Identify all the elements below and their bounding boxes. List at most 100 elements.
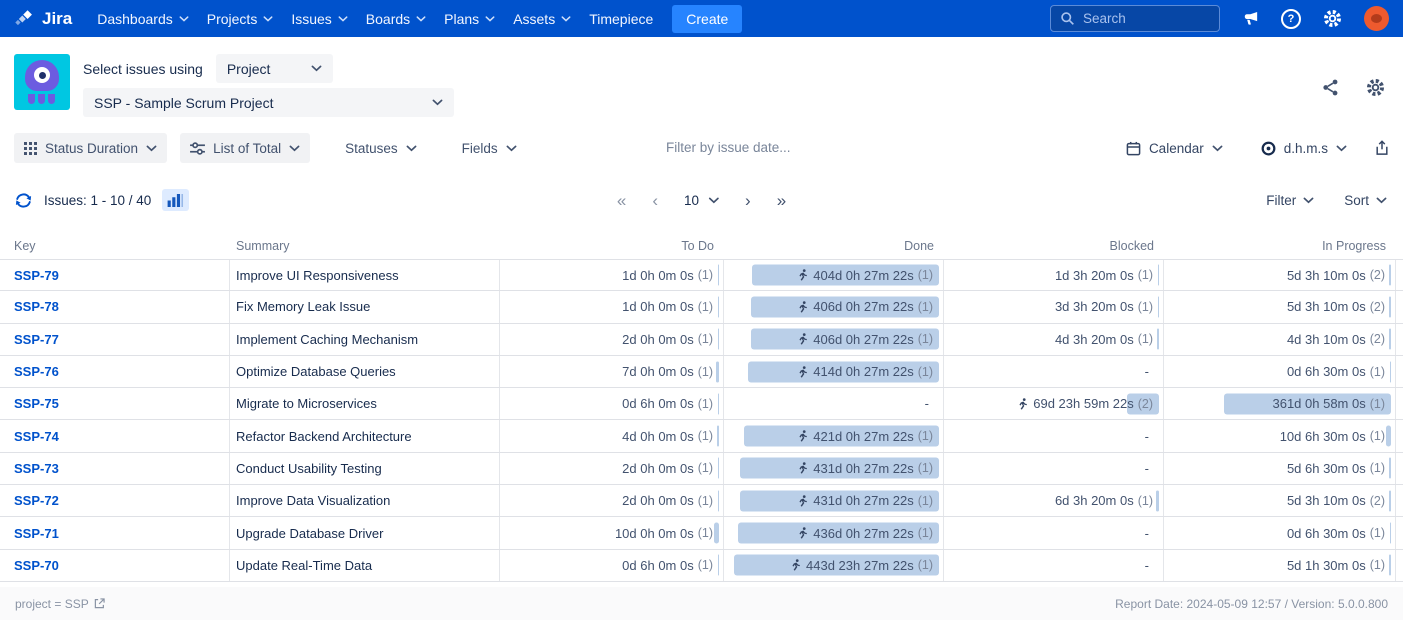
sliders-icon (190, 142, 205, 155)
issue-summary: Migrate to Microservices (230, 388, 500, 419)
column-header-done: Done (724, 239, 944, 253)
issue-key-link[interactable]: SSP-76 (14, 364, 59, 379)
issue-summary: Fix Memory Leak Issue (230, 291, 500, 322)
issue-date-filter[interactable]: Filter by issue date... (666, 140, 791, 155)
table-row: SSP-74 Refactor Backend Architecture 4d … (0, 420, 1403, 452)
blocked-duration-cell: - (944, 517, 1164, 548)
issue-summary: Improve UI Responsiveness (230, 260, 500, 290)
chevron-down-icon (406, 145, 417, 152)
inprogress-duration-cell: 5d 3h 10m 0s(2) (1164, 485, 1396, 516)
todo-duration-cell: 0d 6h 0m 0s(1) (500, 388, 724, 419)
todo-duration-cell: 2d 0h 0m 0s(1) (500, 324, 724, 355)
duration-bar (1390, 523, 1391, 544)
statuses-dropdown[interactable]: Statuses (335, 133, 427, 163)
announcements-icon[interactable] (1241, 9, 1260, 28)
report-header: Select issues using Project SSP - Sample… (0, 37, 1403, 130)
done-duration-cell: 436d 0h 27m 22s(1) (724, 517, 944, 548)
duration-bar (1389, 265, 1391, 286)
issue-key-link[interactable]: SSP-74 (14, 429, 59, 444)
chart-view-toggle[interactable] (162, 189, 189, 211)
duration-bar (1158, 265, 1159, 286)
view-mode-dropdown[interactable]: List of Total (180, 133, 310, 163)
issue-key-link[interactable]: SSP-75 (14, 396, 59, 411)
issue-key-link[interactable]: SSP-77 (14, 332, 59, 347)
issue-source-dropdown[interactable]: Project (216, 54, 333, 83)
nav-timepiece[interactable]: Timepiece (580, 6, 662, 32)
global-search[interactable] (1050, 5, 1220, 32)
done-duration-cell: 404d 0h 27m 22s(1) (724, 260, 944, 290)
inprogress-duration-cell: 5d 6h 30m 0s(1) (1164, 453, 1396, 484)
page-size-dropdown[interactable]: 10 (684, 193, 719, 208)
create-button[interactable]: Create (672, 5, 742, 33)
refresh-icon[interactable] (14, 191, 33, 210)
settings-gear-icon[interactable] (1322, 8, 1343, 29)
last-page-button[interactable]: » (777, 192, 786, 209)
chevron-down-icon (485, 16, 495, 22)
inprogress-duration-cell: 10d 6h 30m 0s(1) (1164, 420, 1396, 451)
done-duration-cell: 406d 0h 27m 22s(1) (724, 291, 944, 322)
inprogress-duration-cell: 4d 3h 10m 0s(2) (1164, 324, 1396, 355)
duration-bar (718, 393, 719, 414)
next-page-button[interactable]: › (745, 192, 751, 209)
done-duration-cell: 406d 0h 27m 22s(1) (724, 324, 944, 355)
table-body: SSP-79 Improve UI Responsiveness 1d 0h 0… (0, 259, 1403, 582)
todo-duration-cell: 1d 0h 0m 0s(1) (500, 291, 724, 322)
table-row: SSP-76 Optimize Database Queries 7d 0h 0… (0, 356, 1403, 388)
duration-bar (1157, 329, 1159, 350)
nav-assets[interactable]: Assets (504, 6, 580, 32)
nav-dashboards[interactable]: Dashboards (88, 6, 198, 32)
issue-key-link[interactable]: SSP-78 (14, 299, 59, 314)
jira-brand-text: Jira (42, 9, 72, 29)
blocked-duration-cell: - (944, 550, 1164, 581)
duration-bar (718, 265, 719, 286)
calendar-dropdown[interactable]: Calendar (1116, 133, 1233, 163)
search-input[interactable] (1083, 11, 1210, 26)
first-page-button[interactable]: « (617, 192, 626, 209)
share-icon[interactable] (1321, 78, 1340, 97)
issue-key-link[interactable]: SSP-73 (14, 461, 59, 476)
issue-key-link[interactable]: SSP-79 (14, 268, 59, 283)
project-dropdown[interactable]: SSP - Sample Scrum Project (83, 88, 454, 117)
export-icon[interactable] (1375, 140, 1389, 156)
issue-key-link[interactable]: SSP-72 (14, 493, 59, 508)
timepiece-app-logo (14, 54, 70, 110)
filter-query-link[interactable]: project = SSP (15, 597, 105, 611)
issue-key-link[interactable]: SSP-70 (14, 558, 59, 573)
todo-duration-cell: 0d 6h 0m 0s(1) (500, 550, 724, 581)
nav-projects[interactable]: Projects (198, 6, 283, 32)
time-format-dropdown[interactable]: d.h.m.s (1251, 133, 1357, 163)
chevron-down-icon (263, 16, 273, 22)
select-issues-label: Select issues using (83, 61, 203, 77)
table-row: SSP-75 Migrate to Microservices 0d 6h 0m… (0, 388, 1403, 420)
todo-duration-cell: 4d 0h 0m 0s(1) (500, 420, 724, 451)
help-icon[interactable]: ? (1281, 9, 1301, 29)
todo-duration-cell: 2d 0h 0m 0s(1) (500, 453, 724, 484)
chevron-down-icon (146, 145, 157, 152)
fields-dropdown[interactable]: Fields (452, 133, 527, 163)
done-duration-cell: - (724, 388, 944, 419)
previous-page-button[interactable]: ‹ (652, 192, 658, 209)
issue-key-link[interactable]: SSP-71 (14, 526, 59, 541)
filter-dropdown[interactable]: Filter (1266, 193, 1314, 208)
current-status-runner-icon (1016, 398, 1028, 410)
footer: project = SSP Report Date: 2024-05-09 12… (0, 587, 1403, 620)
report-settings-gear-icon[interactable] (1365, 77, 1386, 98)
sort-dropdown[interactable]: Sort (1344, 193, 1387, 208)
nav-boards[interactable]: Boards (357, 6, 435, 32)
jira-logo[interactable]: Jira (14, 8, 72, 29)
todo-duration-cell: 7d 0h 0m 0s(1) (500, 356, 724, 387)
column-header-inprogress: In Progress (1164, 239, 1396, 253)
report-type-dropdown[interactable]: Status Duration (14, 133, 167, 163)
current-status-runner-icon (796, 495, 808, 507)
duration-bar (718, 329, 719, 350)
column-header-todo: To Do (500, 239, 724, 253)
duration-bar (718, 296, 719, 317)
blocked-duration-cell: - (944, 356, 1164, 387)
nav-plans[interactable]: Plans (435, 6, 504, 32)
user-avatar[interactable] (1364, 6, 1389, 31)
column-header-key: Key (0, 239, 230, 253)
issue-summary: Improve Data Visualization (230, 485, 500, 516)
blocked-duration-cell: - (944, 420, 1164, 451)
blocked-duration-cell: 1d 3h 20m 0s(1) (944, 260, 1164, 290)
nav-issues[interactable]: Issues (282, 6, 356, 32)
